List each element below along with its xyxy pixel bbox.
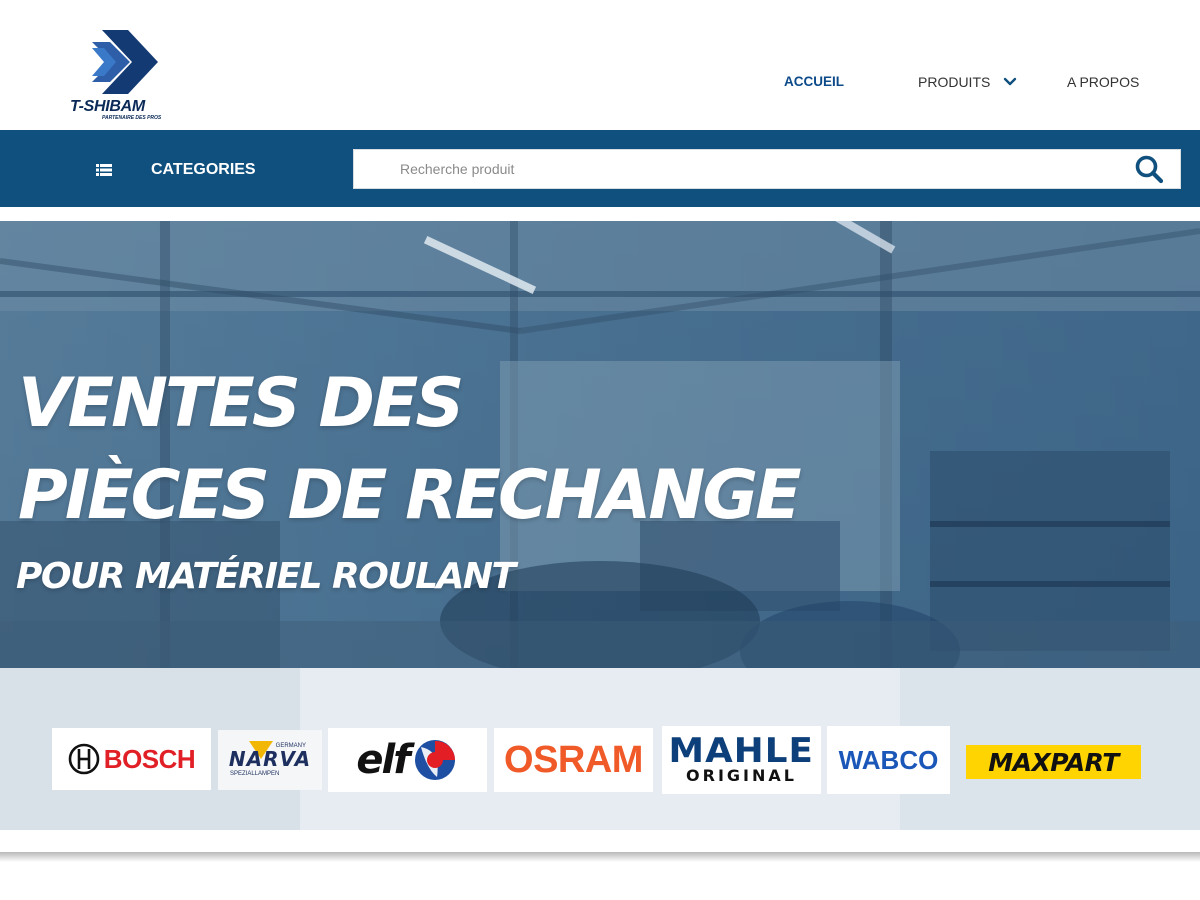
- brand-narva-bottom: SPEZIALLAMPEN: [230, 771, 280, 777]
- brand-bosch-label: BOSCH: [103, 743, 196, 774]
- elf-logo-icon: [414, 740, 455, 780]
- nav-apropos[interactable]: A PROPOS: [1067, 74, 1139, 90]
- nav-produits[interactable]: PRODUITS: [918, 74, 990, 90]
- brand-osram-label: OSRAM: [504, 738, 643, 781]
- brand-wabco[interactable]: WABCO: [827, 726, 950, 794]
- brand-elf[interactable]: elf: [328, 728, 487, 792]
- brand-osram[interactable]: OSRAM: [494, 728, 653, 792]
- brands-carousel: BOSCH GERMANY NARVA SPEZIALLAMPEN elf OS…: [0, 668, 1200, 830]
- brand-narva-label: NARVA: [228, 747, 312, 771]
- hero-subtitle: POUR MATÉRIEL ROULANT: [16, 556, 516, 597]
- brand-elf-label: elf: [356, 737, 410, 783]
- brand-bosch[interactable]: BOSCH: [52, 728, 211, 790]
- chevron-logo-icon: [92, 30, 158, 94]
- list-icon[interactable]: [96, 164, 112, 176]
- bosch-logo-icon: [68, 743, 100, 775]
- hero-title-line2: PIÈCES DE RECHANGE: [18, 456, 802, 535]
- brand-narva[interactable]: GERMANY NARVA SPEZIALLAMPEN: [218, 730, 322, 790]
- search-box: [353, 149, 1181, 189]
- chevron-down-icon[interactable]: [1002, 74, 1018, 90]
- hero-banner: VENTES DES PIÈCES DE RECHANGE POUR MATÉR…: [0, 221, 1200, 668]
- narva-mark: NARVA: [228, 741, 312, 771]
- category-search-bar: CATEGORIES: [0, 130, 1200, 207]
- nav-accueil[interactable]: ACCUEIL: [784, 74, 844, 89]
- categories-button[interactable]: CATEGORIES: [151, 161, 256, 179]
- site-logo[interactable]: T-SHIBAM PARTENAIRE DES PROS: [70, 28, 170, 123]
- site-header: T-SHIBAM PARTENAIRE DES PROS ACCUEIL PRO…: [0, 0, 1200, 130]
- brand-wabco-label: WABCO: [838, 744, 939, 775]
- search-icon: [1135, 155, 1164, 184]
- search-button[interactable]: [1118, 150, 1180, 188]
- brand-mahle[interactable]: MAHLE ORIGINAL: [662, 726, 821, 794]
- section-divider-shadow: [0, 852, 1200, 862]
- search-input[interactable]: [354, 150, 1124, 188]
- brand-maxpart[interactable]: MAXPART: [966, 745, 1141, 779]
- brand-maxpart-label: MAXPART: [988, 747, 1119, 777]
- hero-title-line1: VENTES DES: [18, 364, 464, 443]
- logo-wordmark: T-SHIBAM: [70, 98, 145, 115]
- workshop-background-image: [0, 221, 1200, 668]
- logo-tagline: PARTENAIRE DES PROS: [102, 115, 162, 121]
- brand-mahle-label: MAHLE: [668, 731, 815, 771]
